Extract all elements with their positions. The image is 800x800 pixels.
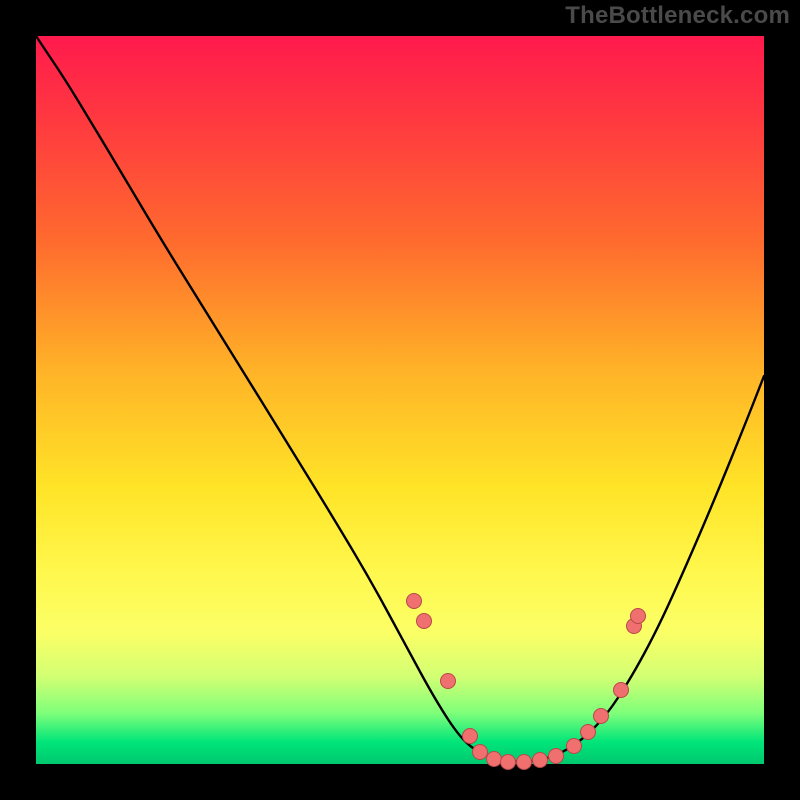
data-dot bbox=[533, 753, 548, 768]
bottleneck-curve bbox=[36, 36, 764, 762]
data-dot bbox=[549, 749, 564, 764]
watermark-text: TheBottleneck.com bbox=[565, 4, 790, 28]
data-dot bbox=[417, 614, 432, 629]
data-dot bbox=[581, 725, 596, 740]
data-dot bbox=[463, 729, 478, 744]
data-dot bbox=[407, 594, 422, 609]
curve-layer bbox=[36, 36, 764, 764]
chart-frame: TheBottleneck.com bbox=[0, 0, 800, 800]
data-dot bbox=[501, 755, 516, 770]
data-dot bbox=[487, 752, 502, 767]
data-dot bbox=[631, 609, 646, 624]
data-dot bbox=[517, 755, 532, 770]
data-dot bbox=[594, 709, 609, 724]
data-dot bbox=[614, 683, 629, 698]
data-dot bbox=[441, 674, 456, 689]
data-dot bbox=[567, 739, 582, 754]
data-dot bbox=[473, 745, 488, 760]
